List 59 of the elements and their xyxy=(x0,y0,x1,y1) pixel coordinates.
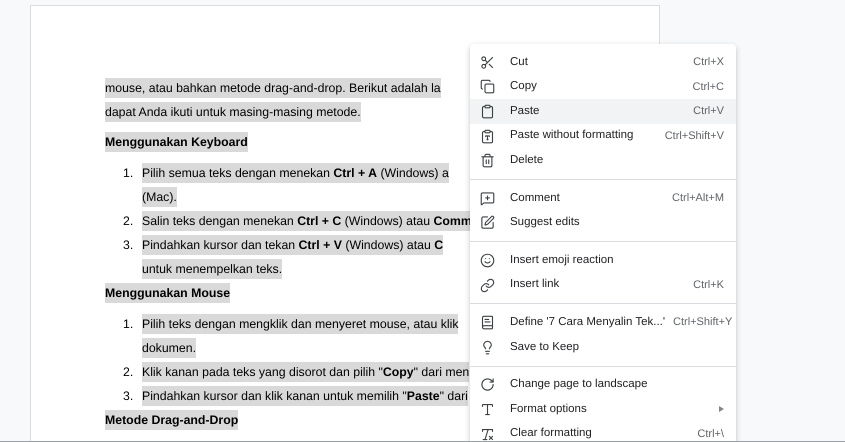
smiley-icon xyxy=(480,252,495,268)
pen-square-icon xyxy=(480,215,495,230)
menu-item-label: Change page to landscape xyxy=(510,377,648,392)
menu-item[interactable]: Save to Keep xyxy=(470,334,736,360)
clipboard-text-icon xyxy=(480,128,495,144)
lightbulb-icon xyxy=(480,340,495,355)
book-icon xyxy=(480,315,495,330)
shortcut-text: Ctrl+X xyxy=(693,55,724,70)
menu-item-label: Insert emoji reaction xyxy=(510,252,615,268)
menu-item[interactable]: Suggest edits xyxy=(470,210,736,236)
menu-item[interactable]: Change page to landscape xyxy=(470,372,736,398)
shortcut-text: Ctrl+Shift+Y xyxy=(673,315,732,330)
menu-item-label: Insert link xyxy=(510,277,560,292)
comment-plus-icon xyxy=(480,190,495,206)
shortcut-text: Ctrl+Alt+M xyxy=(672,191,724,206)
menu-item-label: Format options xyxy=(510,402,588,417)
menu-item[interactable]: Define '7 Cara Menyalin Tek...' Ctrl+Shift+Y xyxy=(470,310,736,335)
menu-item-label: Suggest edits xyxy=(510,215,581,230)
menu-item-label: Save to Keep xyxy=(510,340,580,355)
copy-icon xyxy=(480,79,495,94)
menu-item[interactable]: Copy Ctrl+C xyxy=(470,74,736,100)
menu-item-label: Clear formatting xyxy=(510,426,593,441)
clear-formatting-icon xyxy=(480,426,495,441)
menu-item[interactable]: Paste without formatting Ctrl+Shift+V xyxy=(470,124,736,148)
shortcut-text: Ctrl+V xyxy=(693,104,724,120)
rotate-icon xyxy=(480,377,495,392)
shortcut-text: Ctrl+Shift+V xyxy=(664,128,724,144)
menu-item[interactable]: Insert link Ctrl+K xyxy=(470,272,736,298)
menu-item[interactable]: Delete xyxy=(470,148,736,173)
heading-text: Metode Drag-and-Drop xyxy=(105,410,238,430)
menu-item-label: Define '7 Cara Menyalin Tek...' xyxy=(510,315,666,330)
menu-item-label: Paste xyxy=(510,104,540,119)
list-number: 3. xyxy=(123,388,134,405)
link-icon xyxy=(480,278,495,293)
menu-item[interactable]: Format options xyxy=(470,397,736,422)
menu-item-label: Cut xyxy=(510,54,529,70)
list-number: 1. xyxy=(123,316,134,333)
scissors-icon xyxy=(480,54,495,70)
menu-item[interactable]: Comment Ctrl+Alt+M xyxy=(470,186,736,211)
list-number: 2. xyxy=(123,213,134,230)
menu-item[interactable]: Paste Ctrl+V xyxy=(470,99,736,124)
heading-text: Menggunakan Mouse xyxy=(105,283,230,303)
shortcut-text: Ctrl+K xyxy=(693,278,724,293)
clipboard-icon xyxy=(480,104,495,119)
list-number: 2. xyxy=(123,364,134,381)
shortcut-text: Ctrl+C xyxy=(692,80,724,95)
menu-item[interactable]: Clear formatting Ctrl+\ xyxy=(470,422,736,441)
menu-item[interactable]: Insert emoji reaction xyxy=(470,248,736,273)
heading-text: Menggunakan Keyboard xyxy=(105,132,248,152)
menu-item-label: Paste without formatting xyxy=(510,128,634,144)
menu-item[interactable]: Cut Ctrl+X xyxy=(470,50,736,75)
list-number: 1. xyxy=(123,165,134,182)
shortcut-text: Ctrl+\ xyxy=(697,426,724,441)
trash-icon xyxy=(480,153,495,168)
menu-item-label: Delete xyxy=(510,153,544,168)
menu-item-label: Comment xyxy=(510,190,561,206)
list-number: 3. xyxy=(123,237,134,254)
menu-item-label: Copy xyxy=(510,79,538,94)
text-format-icon xyxy=(480,402,495,417)
